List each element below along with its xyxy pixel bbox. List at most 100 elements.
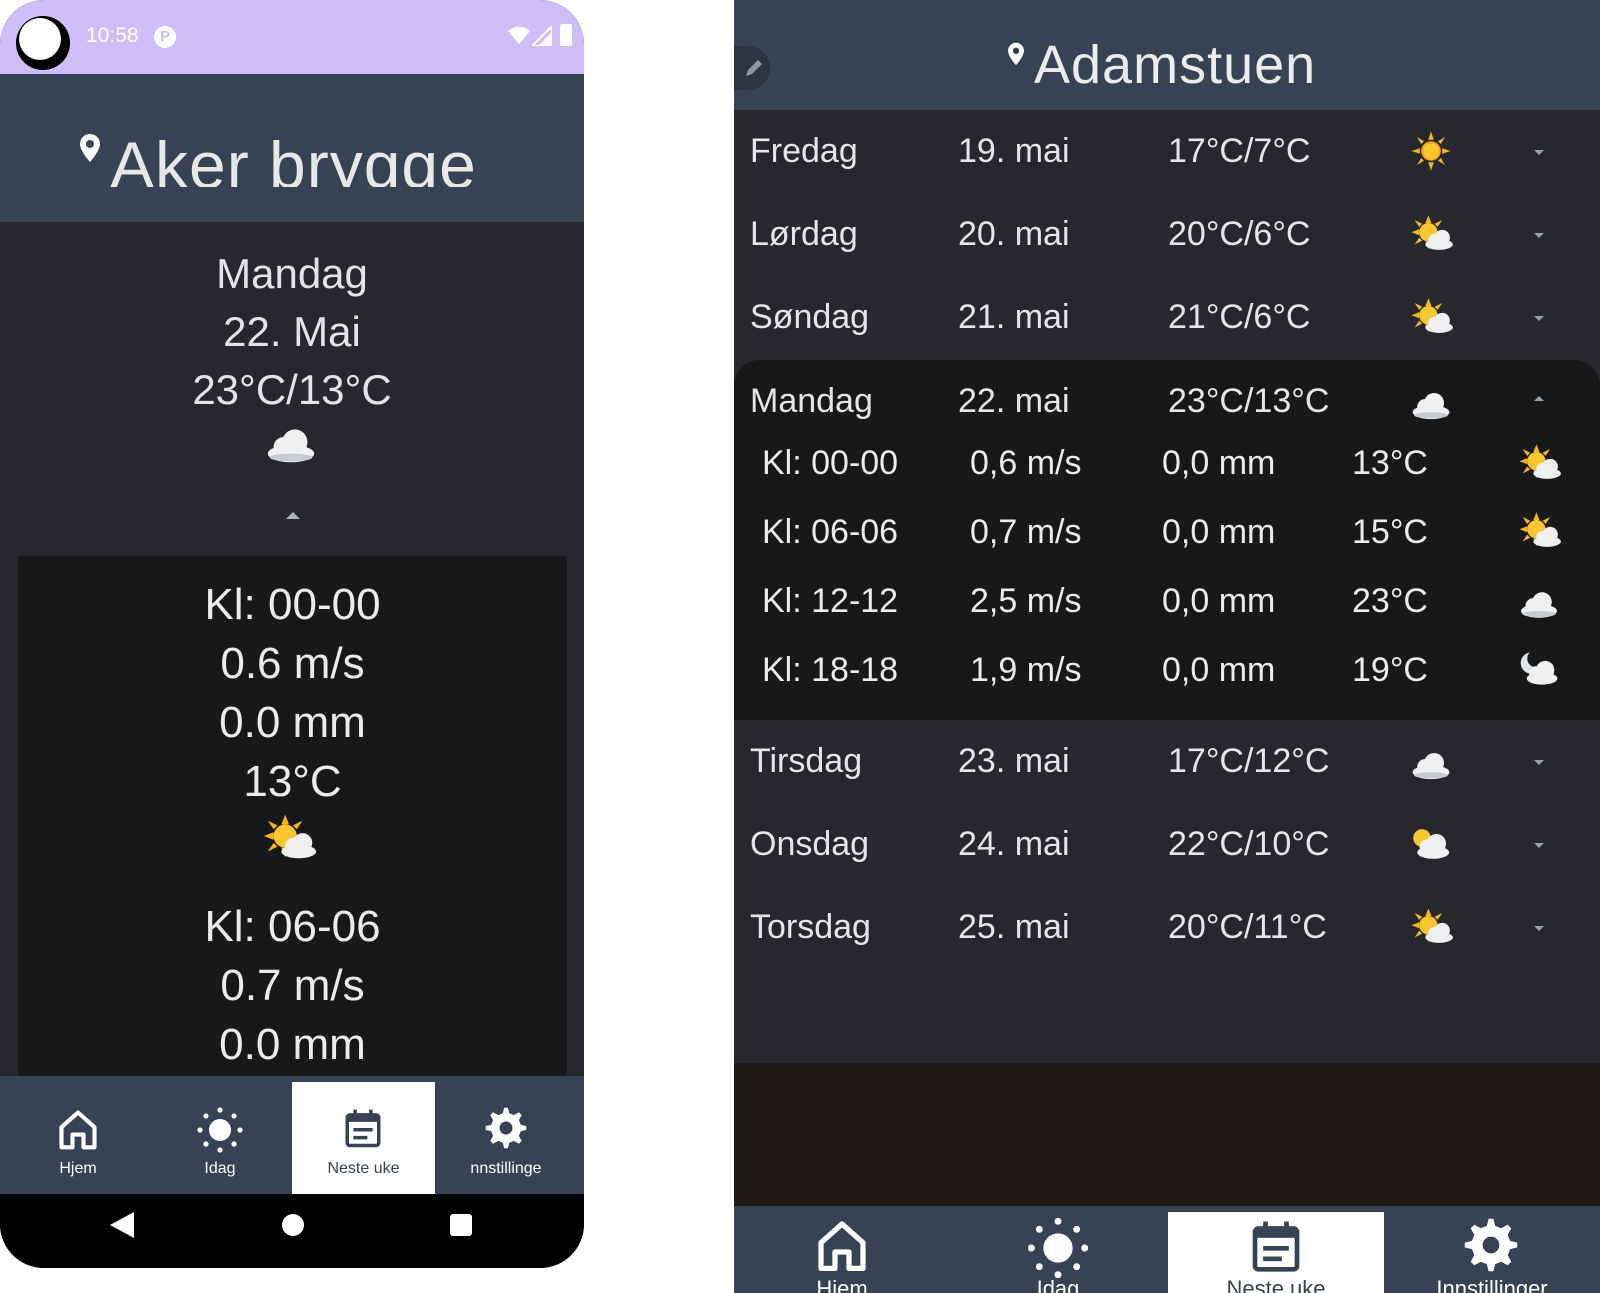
home-button-icon[interactable] (282, 1214, 304, 1236)
location-header: Adamstuen (734, 0, 1600, 110)
day-name: Tirsdag (750, 742, 863, 780)
sun-cloud-icon (1411, 215, 1453, 250)
day-name: Lørdag (750, 215, 858, 253)
nav-today[interactable]: Idag (150, 1076, 290, 1194)
day-row-expanded[interactable]: Mandag 22. mai 23°C/13°C (734, 360, 1600, 444)
hour-wind: 0.7 m/s (220, 961, 365, 1010)
nav-settings[interactable]: Innstillinger (1384, 1206, 1600, 1293)
nav-next-week[interactable]: Neste uke (1168, 1212, 1384, 1293)
hour-wind: 0.6 m/s (220, 639, 365, 688)
nav-home-label: Hjem (59, 1160, 97, 1177)
day-temps: 17°C/12°C (1168, 742, 1330, 780)
hour-temp: 13°C (1352, 444, 1428, 482)
nav-next-week-label: Neste uke (1226, 1276, 1326, 1293)
location-pin-icon (80, 134, 100, 162)
sun-icon (1411, 131, 1451, 171)
day-row[interactable]: Torsdag 25. mai 20°C/11°C (734, 886, 1600, 970)
nav-next-week-label: Neste uke (327, 1160, 400, 1177)
back-icon[interactable] (110, 1212, 134, 1238)
day-temps: 17°C/7°C (1168, 132, 1311, 170)
status-bar: 10:58 P (0, 0, 584, 74)
day-temps: 20°C/6°C (1168, 215, 1311, 253)
sun-cloud-icon (1519, 512, 1561, 547)
day-name: Fredag (750, 132, 858, 170)
cloud-icon (1412, 393, 1450, 420)
sun-cloud-icon (1411, 908, 1453, 943)
day-date: 24. mai (958, 825, 1070, 863)
tablet-screen: Adamstuen Fredag 19. mai 17°C/7°C Lørdag… (734, 0, 1600, 1293)
expand-chevron-icon[interactable] (1534, 150, 1544, 155)
edit-location-button[interactable] (734, 46, 770, 90)
expand-chevron-icon[interactable] (1534, 843, 1544, 848)
status-time: 10:58 (86, 24, 139, 47)
nav-home[interactable]: Hjem (8, 1076, 148, 1194)
nav-today[interactable]: Idag (950, 1206, 1166, 1293)
bottom-navigation: Hjem Idag Neste uke Innstillinger (734, 1206, 1600, 1293)
collapse-chevron-icon[interactable] (1534, 396, 1544, 401)
expand-chevron-icon[interactable] (1534, 233, 1544, 238)
day-row[interactable]: Søndag 21. mai 21°C/6°C (734, 276, 1600, 360)
day-name: Onsdag (750, 825, 870, 863)
signal-icon (532, 26, 552, 46)
hour-temp: 15°C (1352, 513, 1428, 551)
hour-rain: 0,0 mm (1162, 513, 1276, 551)
cloud-icon (1521, 592, 1557, 618)
gear-icon (1464, 1218, 1518, 1272)
sun-cloud-icon (1519, 444, 1561, 479)
expand-chevron-icon[interactable] (1534, 316, 1544, 321)
day-name: Mandag (216, 250, 368, 297)
collapse-chevron-icon[interactable] (286, 512, 300, 519)
gear-icon (485, 1107, 527, 1149)
battery-icon (560, 24, 572, 46)
moon-cloud-icon (1520, 652, 1558, 685)
recents-icon[interactable] (450, 1214, 472, 1236)
nav-today-label: Idag (204, 1160, 236, 1177)
location-pin-icon (1008, 42, 1024, 66)
day-row[interactable]: Fredag 19. mai 17°C/7°C (734, 110, 1600, 194)
day-name: Søndag (750, 298, 870, 336)
day-date: 21. mai (958, 298, 1070, 336)
hour-rain: 0,0 mm (1162, 444, 1276, 482)
pencil-icon (746, 60, 762, 76)
camera-cutout (16, 16, 70, 70)
expanded-day-panel: Mandag 22. mai 23°C/13°C Kl: 00-00 0,6 m… (734, 360, 1600, 720)
sun-icon (197, 1107, 243, 1153)
hour-time: Kl: 18-18 (762, 651, 899, 689)
nav-settings[interactable]: nnstillinge (436, 1076, 576, 1194)
day-date: 23. mai (958, 742, 1070, 780)
day-date: 22. mai (958, 382, 1070, 420)
hour-rain: 0,0 mm (1162, 651, 1276, 689)
week-forecast-list: Fredag 19. mai 17°C/7°C Lørdag 20. mai 2… (734, 110, 1600, 1063)
day-temps: 20°C/11°C (1168, 908, 1327, 946)
day-date: 20. mai (958, 215, 1070, 253)
hour-rain: 0.0 mm (219, 1020, 366, 1069)
expand-chevron-icon[interactable] (1534, 760, 1544, 765)
day-row[interactable]: Onsdag 24. mai 22°C/10°C (734, 803, 1600, 887)
hour-rain: 0,0 mm (1162, 582, 1276, 620)
day-row[interactable]: Tirsdag 23. mai 17°C/12°C (734, 720, 1600, 804)
hour-wind: 0,7 m/s (970, 513, 1082, 551)
day-temps: 23°C/13°C (192, 366, 392, 413)
nav-settings-label: Innstillinger (1436, 1276, 1548, 1293)
hour-temp: 23°C (1352, 582, 1428, 620)
nav-next-week[interactable]: Neste uke (292, 1082, 435, 1194)
hour-temp: 19°C (1352, 651, 1428, 689)
hour-time: Kl: 00-00 (762, 444, 899, 482)
sun-cloud-icon (1411, 298, 1453, 333)
hour-time: Kl: 06-06 (762, 513, 899, 551)
wifi-icon (508, 26, 530, 44)
day-temps: 22°C/10°C (1168, 825, 1330, 863)
calendar-icon (1248, 1216, 1304, 1276)
sun-icon (1027, 1217, 1089, 1279)
hour-wind: 1,9 m/s (970, 651, 1082, 689)
nav-settings-label: nnstillinge (470, 1160, 542, 1177)
expand-chevron-icon[interactable] (1534, 926, 1544, 931)
day-row[interactable]: Lørdag 20. mai 20°C/6°C (734, 193, 1600, 277)
day-temps: 23°C/13°C (1168, 382, 1330, 420)
nav-home[interactable]: Hjem (734, 1206, 950, 1293)
day-date: 22. Mai (223, 308, 361, 355)
day-name: Mandag (750, 382, 873, 420)
system-navigation-bar (0, 1194, 584, 1268)
hour-temp: 13°C (243, 757, 342, 806)
home-icon (814, 1216, 870, 1274)
